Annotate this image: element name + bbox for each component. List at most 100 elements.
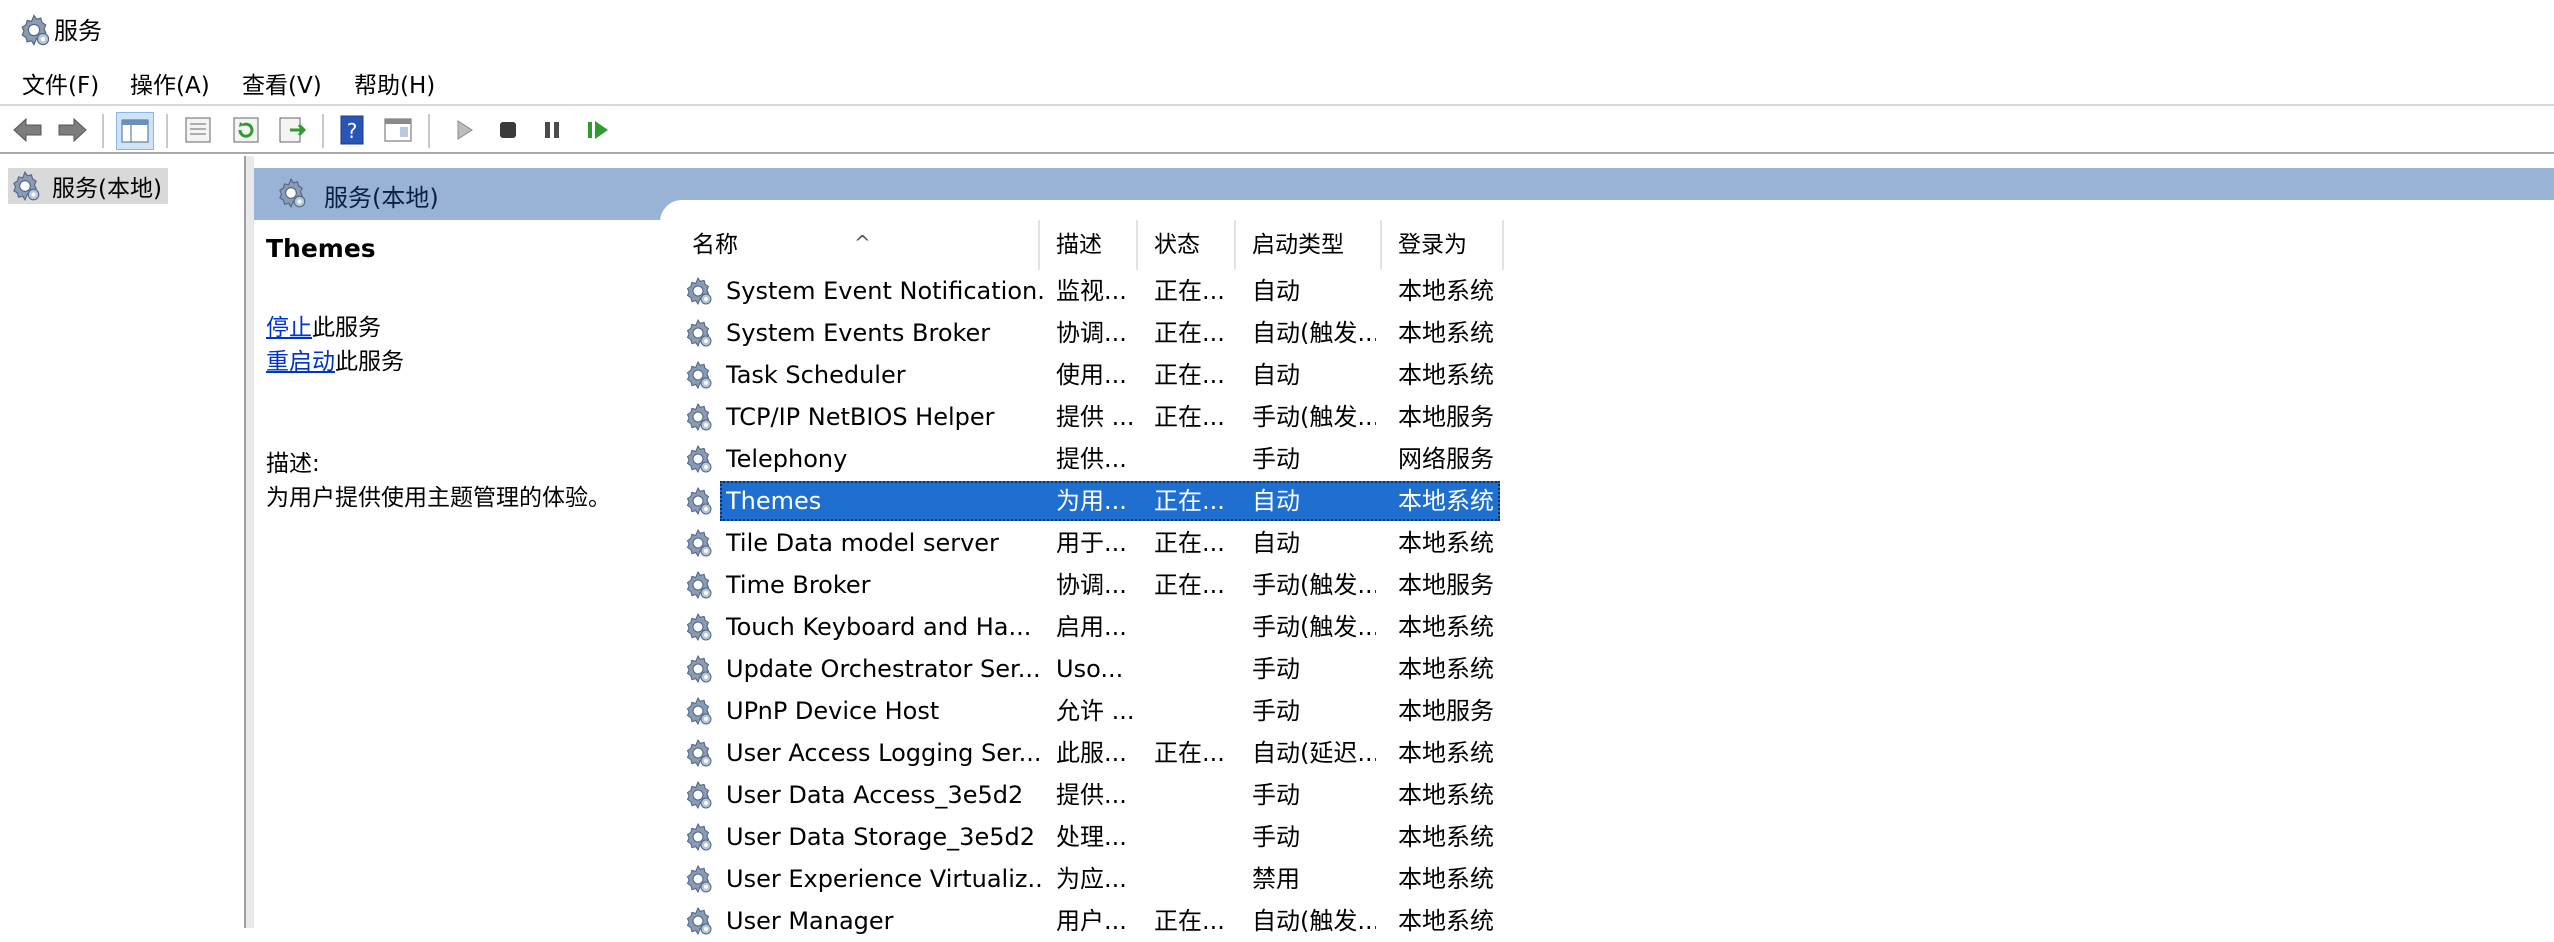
restart-service-action: 重启动此服务	[266, 342, 404, 376]
services-gear-icon	[8, 169, 42, 203]
service-description-cell: 处理...	[1056, 823, 1127, 851]
menu-file[interactable]: 文件(F)	[22, 66, 99, 100]
services-gear-icon	[274, 176, 308, 210]
show-hide-action-pane-icon[interactable]	[380, 112, 416, 148]
resume-service-icon[interactable]	[580, 112, 616, 148]
service-startup-type-cell: 手动	[1252, 445, 1300, 473]
stop-service-icon[interactable]	[490, 112, 526, 148]
toolbar-border	[0, 152, 2554, 154]
table-row[interactable]: User Data Storage_3e5d2 处理... 手动 本地系统	[676, 816, 1506, 858]
table-row[interactable]: UPnP Device Host 允许 ... 手动 本地服务	[676, 690, 1506, 732]
column-header-logon-as[interactable]: 登录为	[1382, 220, 1504, 270]
column-header-startup-type[interactable]: 启动类型	[1236, 220, 1382, 270]
service-status-cell	[1154, 648, 1230, 690]
service-status-cell: 正在...	[1154, 571, 1225, 599]
service-gear-icon	[682, 527, 714, 559]
service-logon-cell: 本地系统	[1398, 277, 1494, 305]
table-row[interactable]: System Events Broker 协调... 正在... 自动(触发... 本地…	[676, 312, 1506, 354]
service-logon-cell: 本地系统	[1398, 655, 1494, 683]
help-icon[interactable]: ?	[334, 112, 370, 148]
service-description-cell: 用于...	[1056, 529, 1127, 557]
properties-icon[interactable]	[180, 112, 216, 148]
service-gear-icon	[682, 401, 714, 433]
export-list-icon[interactable]	[274, 112, 310, 148]
service-startup-type-cell: 自动	[1252, 487, 1300, 515]
service-name-cell: Telephony	[726, 445, 848, 473]
menu-help[interactable]: 帮助(H)	[354, 66, 435, 100]
window-title: 服务	[54, 17, 102, 45]
toolbar-separator	[166, 114, 168, 148]
back-arrow-icon[interactable]	[10, 112, 46, 148]
service-logon-cell: 本地系统	[1398, 907, 1494, 935]
service-logon-cell: 本地系统	[1398, 529, 1494, 557]
service-status-cell	[1154, 438, 1230, 480]
pane-splitter[interactable]	[246, 156, 254, 928]
service-status-cell	[1154, 690, 1230, 732]
column-header-name[interactable]: 名称 ^	[676, 220, 1040, 270]
service-status-cell	[1154, 858, 1230, 900]
menu-view[interactable]: 查看(V)	[242, 66, 322, 100]
window-title-bar: 服务	[0, 0, 2554, 56]
service-name-cell: Themes	[726, 487, 822, 515]
service-status-cell: 正在...	[1154, 319, 1225, 347]
service-gear-icon	[682, 275, 714, 307]
start-service-icon[interactable]	[446, 112, 482, 148]
service-name-cell: System Event Notification...	[726, 277, 1044, 305]
sort-ascending-icon: ^	[854, 231, 871, 255]
service-status-cell: 正在...	[1154, 529, 1225, 557]
table-row[interactable]: User Experience Virtualiz... 为应... 禁用 本地系统	[676, 858, 1506, 900]
service-startup-type-cell: 自动	[1252, 277, 1300, 305]
table-row[interactable]: Tile Data model server 用于... 正在... 自动 本地系统	[676, 522, 1506, 564]
service-status-cell	[1154, 816, 1230, 858]
menu-action[interactable]: 操作(A)	[130, 66, 210, 100]
toolbar: ?	[0, 108, 2554, 152]
service-gear-icon	[682, 485, 714, 517]
service-name-cell: TCP/IP NetBIOS Helper	[726, 403, 995, 431]
service-gear-icon	[682, 779, 714, 811]
service-status-cell	[1154, 606, 1230, 648]
table-row[interactable]: Time Broker 协调... 正在... 手动(触发... 本地服务	[676, 564, 1506, 606]
table-row[interactable]: System Event Notification... 监视... 正在... 自动…	[676, 270, 1506, 312]
service-description-cell: 使用...	[1056, 361, 1127, 389]
table-row[interactable]: Update Orchestrator Ser... Uso... 手动 本地系统	[676, 648, 1506, 690]
table-row[interactable]: User Data Access_3e5d2 提供... 手动 本地系统	[676, 774, 1506, 816]
table-row[interactable]: User Access Logging Ser... 此服... 正在... 自动(延…	[676, 732, 1506, 774]
service-logon-cell: 本地系统	[1398, 781, 1494, 809]
service-status-cell: 正在...	[1154, 907, 1225, 935]
table-row[interactable]: User Manager 用户... 正在... 自动(触发... 本地系统	[676, 900, 1506, 942]
stop-suffix: 此服务	[312, 315, 381, 341]
table-row[interactable]: Themes 为用... 正在... 自动 本地系统	[676, 480, 1506, 522]
service-status-cell: 正在...	[1154, 403, 1225, 431]
table-row[interactable]: Touch Keyboard and Ha... 启用... 手动(触发... 本地系…	[676, 606, 1506, 648]
service-status-cell: 正在...	[1154, 487, 1225, 515]
service-status-cell: 正在...	[1154, 361, 1225, 389]
service-startup-type-cell: 禁用	[1252, 865, 1300, 893]
service-description-cell: 用户...	[1056, 907, 1127, 935]
service-description-cell: 提供 ...	[1056, 403, 1132, 431]
toolbar-separator	[102, 114, 104, 148]
table-row[interactable]: Task Scheduler 使用... 正在... 自动 本地系统	[676, 354, 1506, 396]
service-logon-cell: 本地服务	[1398, 697, 1494, 725]
pause-service-icon[interactable]	[534, 112, 570, 148]
stop-link[interactable]: 停止	[266, 315, 312, 341]
table-row[interactable]: TCP/IP NetBIOS Helper 提供 ... 正在... 手动(触发...…	[676, 396, 1506, 438]
service-logon-cell: 本地系统	[1398, 739, 1494, 767]
refresh-icon[interactable]	[228, 112, 264, 148]
column-header-description[interactable]: 描述	[1040, 220, 1138, 270]
service-description-cell: 允许 ...	[1056, 697, 1132, 725]
service-gear-icon	[682, 821, 714, 853]
restart-link[interactable]: 重启动	[266, 349, 335, 375]
service-name-cell: User Access Logging Ser...	[726, 739, 1042, 767]
service-startup-type-cell: 自动	[1252, 361, 1300, 389]
svg-text:?: ?	[347, 119, 358, 143]
forward-arrow-icon[interactable]	[54, 112, 90, 148]
table-row[interactable]: Telephony 提供... 手动 网络服务	[676, 438, 1506, 480]
column-header-status[interactable]: 状态	[1138, 220, 1236, 270]
service-startup-type-cell: 手动	[1252, 655, 1300, 683]
service-status-cell: 正在...	[1154, 739, 1225, 767]
show-hide-console-tree-icon[interactable]	[116, 112, 154, 150]
column-header-name-label: 名称	[692, 232, 738, 258]
service-logon-cell: 本地系统	[1398, 361, 1494, 389]
service-startup-type-cell: 自动	[1252, 529, 1300, 557]
tree-item-services-local[interactable]: 服务(本地)	[8, 168, 168, 204]
